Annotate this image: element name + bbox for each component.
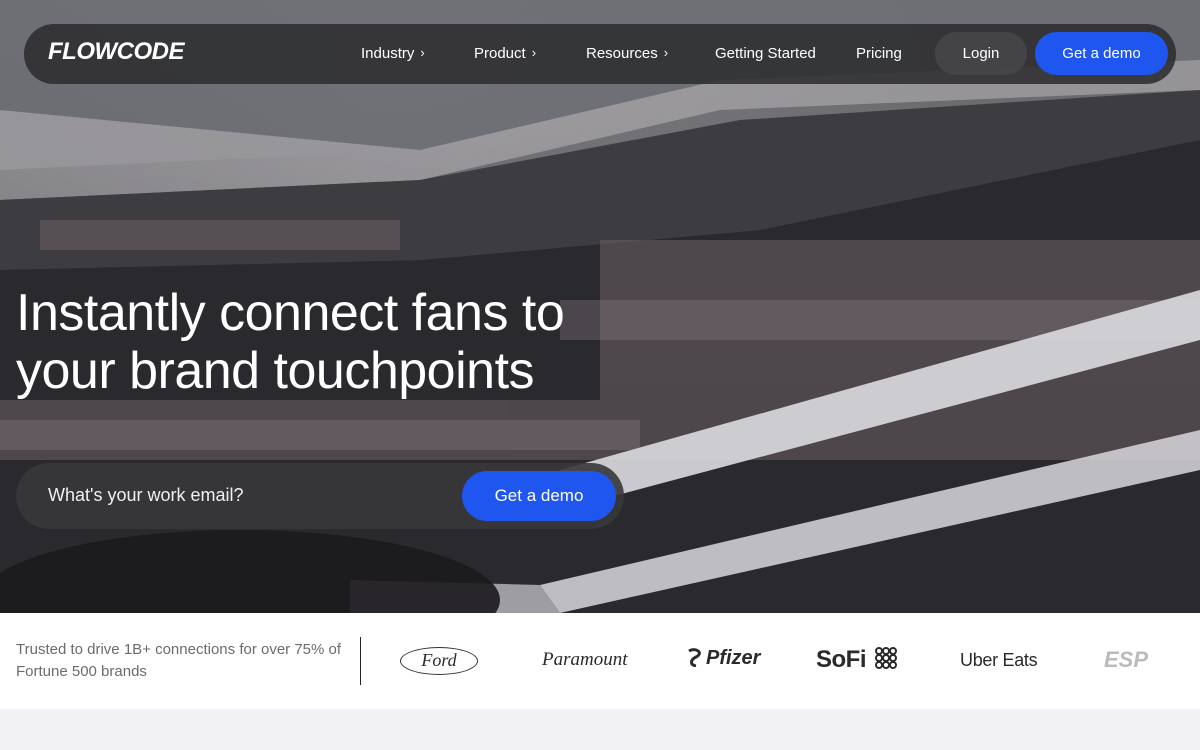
nav-item-resources[interactable]: Resources › (586, 45, 668, 62)
nav-item-pricing[interactable]: Pricing (856, 45, 902, 62)
trust-statement: Trusted to drive 1B+ connections for ove… (16, 641, 342, 680)
nav-item-label: Industry (361, 45, 415, 62)
sofi-logo: SoFi (816, 646, 898, 674)
email-capture-form: Get a demo (16, 463, 624, 529)
nav-item-label: Pricing (856, 45, 902, 62)
hero-get-a-demo-button[interactable]: Get a demo (462, 471, 616, 521)
nav-item-industry[interactable]: Industry › (361, 45, 425, 62)
page-bottom-area (0, 709, 1200, 750)
divider (360, 637, 361, 685)
work-email-input[interactable] (48, 485, 448, 506)
ford-logo: Ford (400, 647, 478, 675)
login-button[interactable]: Login (935, 32, 1027, 75)
chevron-right-icon: › (663, 45, 669, 60)
pfizer-logo: Pfizer (686, 647, 760, 670)
nav-item-getting-started[interactable]: Getting Started (715, 45, 816, 62)
chevron-right-icon: › (531, 45, 537, 60)
sofi-logo-text: SoFi (816, 646, 867, 673)
nav-item-product[interactable]: Product › (474, 45, 536, 62)
pfizer-swirl-icon (688, 648, 701, 668)
nav-item-label: Resources (586, 45, 658, 62)
flowcode-logo[interactable]: FLOWCODE (48, 38, 184, 66)
nav-item-label: Product (474, 45, 526, 62)
hero-headline-line-2: your brand touchpoints (16, 342, 535, 400)
nav-item-label: Getting Started (715, 45, 816, 62)
uber-eats-logo: Uber Eats (960, 650, 1038, 670)
chevron-right-icon: › (420, 45, 425, 60)
pfizer-logo-text: Pfizer (706, 647, 761, 669)
paramount-logo: Paramount (542, 649, 628, 670)
trusted-brands-strip: Trusted to drive 1B+ connections for ove… (0, 613, 1200, 709)
top-navigation-bar: FLOWCODE Industry › Product › Resources › G… (24, 24, 1176, 84)
espn-logo: ESP (1104, 647, 1149, 672)
get-a-demo-button[interactable]: Get a demo (1035, 32, 1168, 75)
hero-headline: Instantly connect fans to your brand tou… (16, 284, 616, 400)
grid-dots-icon (875, 647, 898, 669)
hero-headline-line-1: Instantly connect fans to (16, 284, 565, 342)
